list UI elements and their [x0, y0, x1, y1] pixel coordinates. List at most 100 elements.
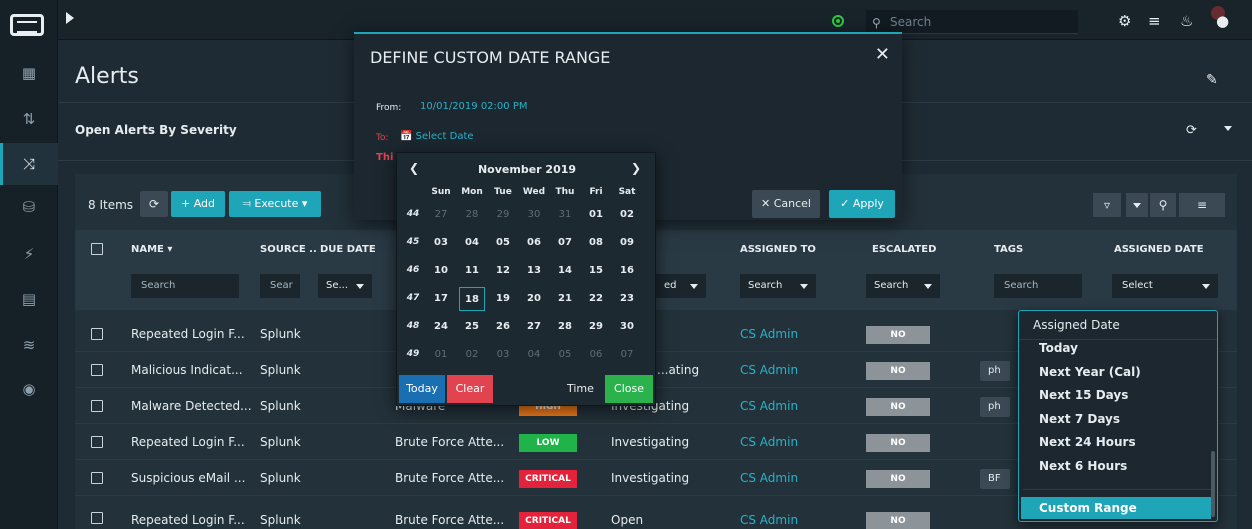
header-due-date[interactable]: DUE DATE	[320, 244, 376, 255]
filter-button[interactable]: ▿	[1093, 193, 1121, 217]
calendar-day[interactable]: 29	[583, 315, 609, 339]
calendar-day[interactable]: 03	[428, 231, 454, 255]
calendar-day[interactable]: 28	[552, 315, 578, 339]
row-name[interactable]: Suspicious eMail ...	[131, 471, 245, 485]
from-date-value[interactable]: 10/01/2019 02:00 PM	[420, 101, 527, 112]
row-checkbox[interactable]	[91, 400, 103, 412]
header-escalated[interactable]: ESCALATED	[872, 244, 936, 255]
status-filter-select[interactable]: ed	[656, 274, 706, 298]
header-tags[interactable]: TAGS	[994, 244, 1023, 255]
calendar-clear-button[interactable]: Clear	[447, 375, 493, 403]
dropdown-option[interactable]: Next 7 Days	[1039, 412, 1120, 426]
calendar-day[interactable]: 30	[614, 315, 640, 339]
row-checkbox[interactable]	[91, 328, 103, 340]
row-assigned[interactable]: CS Admin	[740, 363, 798, 377]
calendar-day[interactable]: 10	[428, 259, 454, 283]
row-name[interactable]: Malicious Indicat...	[131, 363, 243, 377]
hierarchy-icon[interactable]: ≡	[1148, 12, 1161, 30]
assigned-to-filter-select[interactable]: Search	[740, 274, 816, 298]
row-tag[interactable]: BF	[980, 469, 1010, 489]
gear-icon[interactable]: ⚙	[1118, 12, 1131, 30]
close-icon[interactable]: ✕	[875, 44, 890, 65]
row-assigned[interactable]: CS Admin	[740, 471, 798, 485]
calendar-day[interactable]: 15	[583, 259, 609, 283]
row-checkbox[interactable]	[91, 512, 103, 524]
calendar-day[interactable]: 19	[490, 287, 516, 311]
apply-button[interactable]: ✓ Apply	[829, 190, 895, 218]
calendar-day[interactable]: 21	[552, 287, 578, 311]
calendar-time-toggle[interactable]: Time	[567, 382, 594, 395]
header-assigned-to[interactable]: ASSIGNED TO	[740, 244, 816, 255]
calendar-day[interactable]: 24	[428, 315, 454, 339]
calendar-day[interactable]: 26	[490, 315, 516, 339]
calendar-day[interactable]: 30	[521, 203, 547, 227]
calendar-day[interactable]: 02	[459, 343, 485, 367]
row-assigned[interactable]: CS Admin	[740, 435, 798, 449]
to-date-select[interactable]: 📅 Select Date	[400, 131, 474, 142]
calendar-close-button[interactable]: Close	[605, 375, 653, 403]
row-checkbox[interactable]	[91, 364, 103, 376]
edit-icon[interactable]: ✎	[1206, 72, 1218, 88]
calendar-day[interactable]: 01	[583, 203, 609, 227]
row-name[interactable]: Repeated Login F...	[131, 435, 245, 449]
row-name[interactable]: Repeated Login F...	[131, 327, 245, 341]
calendar-day[interactable]: 28	[459, 203, 485, 227]
calendar-day[interactable]: 27	[428, 203, 454, 227]
row-checkbox[interactable]	[91, 472, 103, 484]
calendar-day[interactable]: 03	[490, 343, 516, 367]
assigned-date-filter-select[interactable]: Select	[1112, 274, 1218, 298]
calendar-day[interactable]: 11	[459, 259, 485, 283]
calendar-day[interactable]: 12	[490, 259, 516, 283]
dropdown-option[interactable]: Next 6 Hours	[1039, 459, 1127, 473]
chart-icon[interactable]: ≋	[18, 334, 40, 356]
scrollbar[interactable]	[1211, 451, 1215, 517]
calendar-day[interactable]: 08	[583, 231, 609, 255]
dashboard-icon[interactable]: ▦	[18, 62, 40, 84]
sidebar-toggle-icon[interactable]	[66, 12, 74, 24]
execute-button[interactable]: ⫤ Execute ▾	[229, 191, 321, 217]
cancel-button[interactable]: ✕ Cancel	[752, 190, 820, 218]
calendar-day[interactable]: 06	[521, 231, 547, 255]
calendar-day[interactable]: 07	[552, 231, 578, 255]
calendar-day[interactable]: 09	[614, 231, 640, 255]
header-source[interactable]: SOURCE ..	[260, 244, 317, 255]
next-month-icon[interactable]: ❯	[631, 161, 641, 175]
add-button[interactable]: + Add	[171, 191, 225, 217]
calendar-day[interactable]: 29	[490, 203, 516, 227]
dropdown-option[interactable]: Next 24 Hours	[1039, 435, 1136, 449]
search-button[interactable]: ⚲	[1150, 193, 1176, 217]
calendar-day[interactable]: 23	[614, 287, 640, 311]
shield-icon[interactable]: ⛁	[18, 196, 40, 218]
tags-filter-input[interactable]: Search	[994, 274, 1082, 298]
calendar-day[interactable]: 31	[552, 203, 578, 227]
sort-icon[interactable]: ⇅	[18, 108, 40, 130]
calendar-today-button[interactable]: Today	[399, 375, 445, 403]
chevron-down-icon[interactable]	[1224, 126, 1232, 131]
calendar-day[interactable]: 17	[428, 287, 454, 311]
calendar-day[interactable]: 16	[614, 259, 640, 283]
dropdown-option[interactable]: Next Year (Cal)	[1039, 365, 1141, 379]
due-date-filter-select[interactable]: Se...	[318, 274, 372, 298]
dropdown-option[interactable]: Today	[1039, 341, 1078, 355]
calendar-day[interactable]: 18	[459, 287, 485, 311]
row-assigned[interactable]: CS Admin	[740, 327, 798, 341]
calendar-day[interactable]: 27	[521, 315, 547, 339]
calendar-day[interactable]: 14	[552, 259, 578, 283]
menu-button[interactable]: ≡	[1179, 193, 1225, 217]
calendar-day[interactable]: 07	[614, 343, 640, 367]
refresh-button[interactable]: ⟳	[140, 191, 168, 217]
shuffle-icon[interactable]: ⤨	[18, 153, 40, 175]
row-tag[interactable]: ph	[980, 361, 1010, 381]
calendar-day[interactable]: 01	[428, 343, 454, 367]
calendar-day[interactable]: 13	[521, 259, 547, 283]
dropdown-option-selected[interactable]: Custom Range	[1021, 497, 1211, 519]
bell-icon[interactable]: ♨	[1180, 12, 1193, 30]
name-filter-input[interactable]: Search	[131, 274, 239, 298]
dropdown-option[interactable]: Next 15 Days	[1039, 388, 1128, 402]
calendar-day[interactable]: 06	[583, 343, 609, 367]
calendar-day[interactable]: 04	[521, 343, 547, 367]
calendar-day[interactable]: 02	[614, 203, 640, 227]
lightning-icon[interactable]: ⚡	[18, 243, 40, 265]
app-logo[interactable]	[10, 14, 44, 36]
calendar-day[interactable]: 22	[583, 287, 609, 311]
